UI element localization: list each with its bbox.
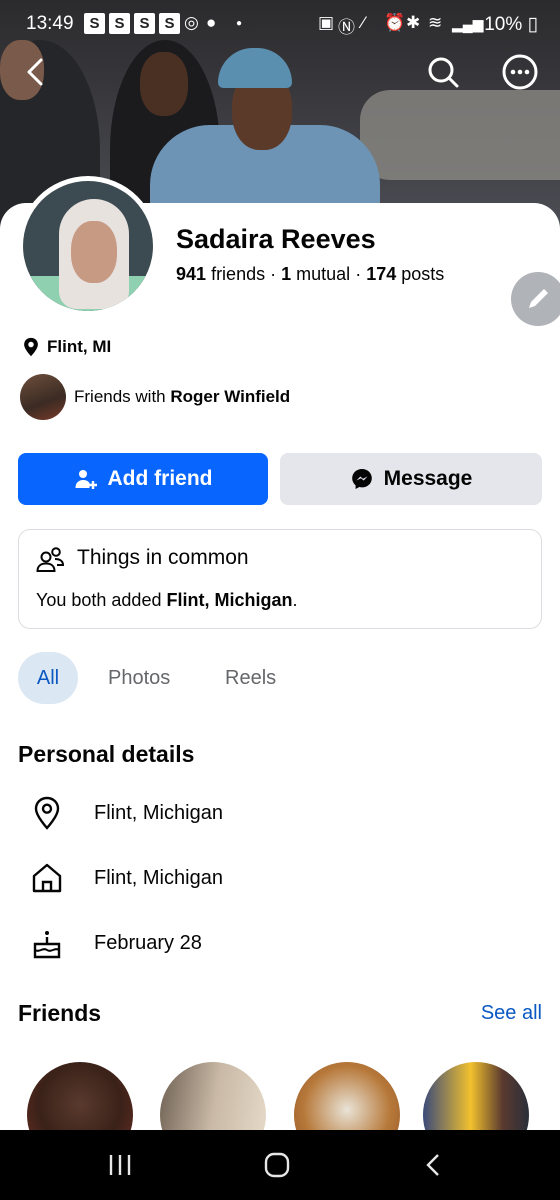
back-nav-icon[interactable] [420, 1152, 448, 1178]
profile-avatar[interactable] [18, 176, 158, 316]
back-button[interactable] [16, 52, 56, 92]
see-all-friends-link[interactable]: See all [481, 1002, 542, 1025]
profile-stats: 941 friends · 1 mutual · 174 posts [176, 264, 445, 284]
home-nav-icon[interactable] [263, 1152, 291, 1178]
detail-birthday-text: February 28 [94, 931, 202, 954]
edit-button[interactable] [511, 272, 560, 326]
friends-heading: Friends [18, 1000, 102, 1026]
nfc-icon: ▣ [318, 13, 335, 32]
status-time: 13:49 [26, 13, 74, 34]
common-body: You both added Flint, Michigan. [36, 590, 298, 611]
posts-label: posts [401, 264, 445, 284]
things-in-common-card: Things in common You both added Flint, M… [18, 529, 542, 629]
common-place: Flint, Michigan [166, 590, 293, 610]
add-person-icon [75, 470, 97, 489]
mutual-friend-row[interactable]: Friends with Roger Winfield [20, 374, 290, 420]
instagram-icon: ◎ [184, 13, 199, 32]
location-pin-icon [34, 796, 60, 830]
add-friend-label: Add friend [107, 467, 213, 490]
detail-location-text: Flint, Michigan [94, 801, 223, 824]
common-suffix: . [292, 590, 298, 610]
location-text: Flint, MI [47, 337, 112, 356]
mute-icon: ⁄ [362, 13, 365, 32]
signal-icon: ▂▄▆ [452, 16, 484, 32]
profile-location: Flint, MI [20, 336, 111, 358]
more-options-button[interactable] [500, 52, 540, 92]
system-navigation-bar [0, 1130, 560, 1200]
dot-icon: ● [236, 18, 243, 29]
battery-text: 10% [484, 14, 523, 35]
messenger-icon [351, 469, 372, 489]
wifi-icon: ≋ [428, 13, 443, 32]
posts-count: 174 [366, 264, 397, 284]
friends-label: friends [211, 264, 266, 284]
common-title: Things in common [77, 546, 249, 569]
app-s-icon: S [134, 13, 155, 34]
mutual-friend-name[interactable]: Roger Winfield [170, 387, 290, 407]
detail-row-birthday: February 28 [30, 923, 202, 963]
status-bar: 13:49 S S S S ◎ ● ● ▣ Ⓝ ⁄ ⏰ ✱ ≋ ▂▄▆ 10% … [0, 0, 560, 48]
battery-level: 10% ▯ [484, 14, 538, 35]
mutual-friend-avatar[interactable] [20, 374, 66, 420]
chevron-left-icon [27, 58, 43, 86]
message-label: Message [383, 467, 473, 490]
detail-home-text: Flint, Michigan [94, 866, 223, 889]
mutual-count: 1 [281, 264, 292, 284]
more-horizontal-icon [502, 54, 538, 90]
tab-photos[interactable]: Photos [108, 652, 170, 704]
bluetooth-icon: ✱ [406, 13, 421, 32]
alarm-icon: ⏰ [384, 13, 406, 32]
app-s-icon: S [109, 13, 130, 34]
friends-count: 941 [176, 264, 207, 284]
mutual-label: mutual [296, 264, 351, 284]
detail-row-location: Flint, Michigan [30, 793, 223, 833]
tab-all[interactable]: All [18, 652, 78, 704]
birthday-cake-icon [33, 931, 61, 959]
common-prefix: You both added [36, 590, 162, 610]
app-s-icon: S [84, 13, 105, 34]
recent-apps-icon[interactable] [106, 1152, 134, 1178]
add-friend-button[interactable]: Add friend [18, 453, 268, 505]
search-icon [428, 57, 459, 88]
search-button[interactable] [423, 52, 463, 92]
personal-details-heading: Personal details [18, 741, 195, 767]
location-pin-icon [24, 337, 38, 357]
people-icon [36, 547, 65, 572]
nfc-n-icon: Ⓝ [338, 18, 355, 37]
message-button[interactable]: Message [280, 453, 542, 505]
chat-icon: ● [206, 13, 217, 32]
app-s-icon: S [159, 13, 180, 34]
profile-name: Sadaira Reeves [176, 224, 376, 254]
tab-reels[interactable]: Reels [225, 652, 276, 704]
pencil-icon [529, 289, 548, 308]
friends-with-prefix: Friends with [74, 387, 166, 406]
home-icon [32, 863, 62, 893]
detail-row-home: Flint, Michigan [30, 858, 223, 898]
